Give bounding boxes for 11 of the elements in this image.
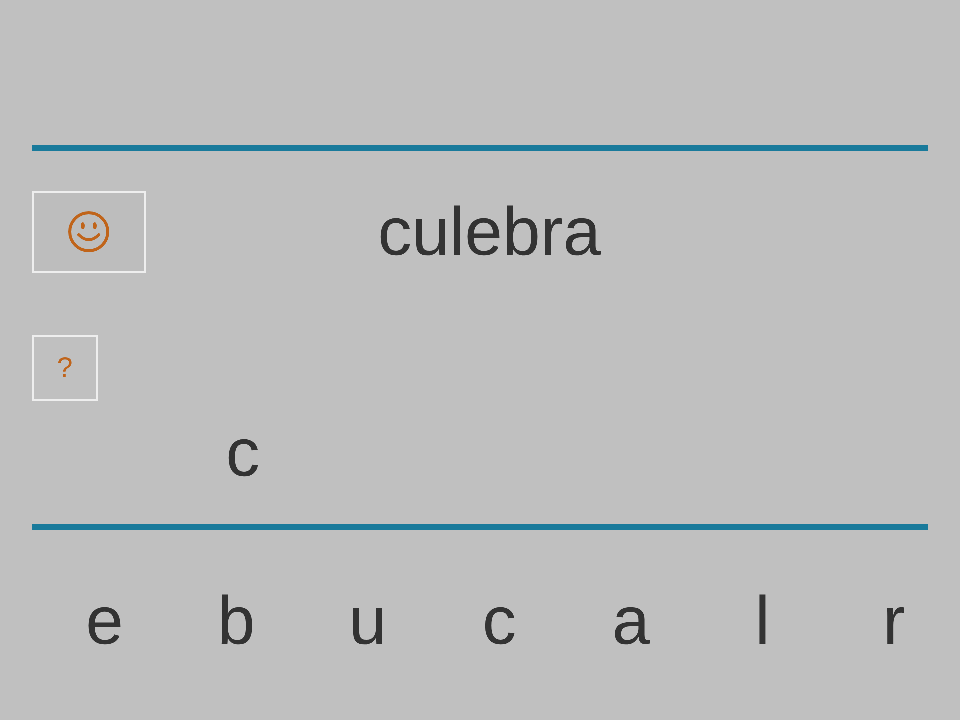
letter-tile[interactable]: e [39, 587, 171, 655]
target-word: culebra [378, 198, 602, 266]
hint-button[interactable] [32, 191, 146, 273]
answer-letter: c [226, 419, 260, 479]
letter-tile[interactable]: b [170, 587, 302, 655]
letter-tile[interactable]: a [565, 587, 697, 655]
letter-tile[interactable]: l [696, 587, 828, 655]
smiley-icon [67, 210, 111, 254]
letter-tile[interactable]: r [828, 587, 960, 655]
letter-tile[interactable]: c [434, 587, 566, 655]
letter-tile[interactable]: u [302, 587, 434, 655]
